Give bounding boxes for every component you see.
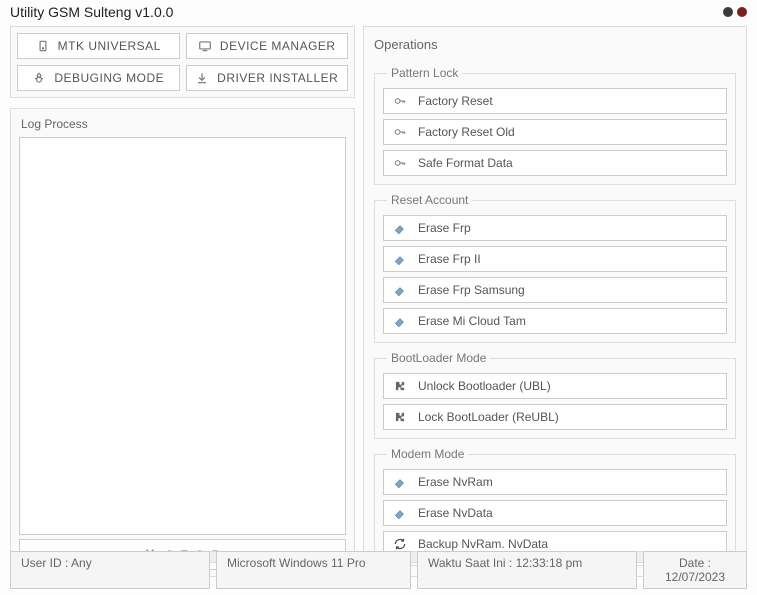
btn-label: Factory Reset xyxy=(418,94,493,108)
section-bootloader: BootLoader Mode Unlock Bootloader (UBL) … xyxy=(374,351,736,439)
tab-label: DRIVER INSTALLER xyxy=(217,71,338,85)
status-date: Date : 12/07/2023 xyxy=(643,551,747,589)
btn-erase-frp[interactable]: Erase Frp xyxy=(383,215,727,241)
operations-title: Operations xyxy=(374,37,736,52)
btn-label: Factory Reset Old xyxy=(418,125,515,139)
btn-label: Lock BootLoader (ReUBL) xyxy=(418,410,559,424)
eraser-icon xyxy=(392,221,408,235)
monitor-icon xyxy=(198,39,212,53)
download-icon xyxy=(195,71,209,85)
section-legend: Pattern Lock xyxy=(387,66,462,80)
btn-label: Erase NvRam xyxy=(418,475,493,489)
status-bar: User ID : Any Microsoft Windows 11 Pro W… xyxy=(10,551,747,589)
btn-factory-reset-old[interactable]: Factory Reset Old xyxy=(383,119,727,145)
btn-label: Erase Mi Cloud Tam xyxy=(418,314,526,328)
btn-erase-nvdata[interactable]: Erase NvData xyxy=(383,500,727,526)
btn-label: Erase Frp Samsung xyxy=(418,283,525,297)
eraser-icon xyxy=(392,283,408,297)
section-legend: Reset Account xyxy=(387,193,472,207)
window-dot-dark[interactable] xyxy=(723,7,733,17)
key-icon xyxy=(392,94,408,108)
status-os: Microsoft Windows 11 Pro xyxy=(216,551,411,589)
window-controls xyxy=(723,7,747,17)
btn-label: Erase Frp II xyxy=(418,252,481,266)
status-user: User ID : Any xyxy=(10,551,210,589)
app-title: Utility GSM Sulteng v1.0.0 xyxy=(10,4,173,20)
tab-device-manager[interactable]: DEVICE MANAGER xyxy=(186,33,349,59)
bug-icon xyxy=(32,71,46,85)
section-modem: Modem Mode Erase NvRam Erase NvData Back… xyxy=(374,447,736,566)
eraser-icon xyxy=(392,475,408,489)
btn-erase-nvram[interactable]: Erase NvRam xyxy=(383,469,727,495)
tab-mtk-universal[interactable]: MTK UNIVERSAL xyxy=(17,33,180,59)
log-panel: Log Process S T O P xyxy=(10,108,355,577)
eraser-icon xyxy=(392,506,408,520)
btn-label: Backup NvRam. NvData xyxy=(418,537,548,551)
log-label: Log Process xyxy=(19,117,346,131)
btn-safe-format[interactable]: Safe Format Data xyxy=(383,150,727,176)
puzzle-icon xyxy=(392,410,408,424)
operations-panel: Operations Pattern Lock Factory Reset Fa… xyxy=(363,26,747,577)
btn-unlock-bootloader[interactable]: Unlock Bootloader (UBL) xyxy=(383,373,727,399)
refresh-icon xyxy=(392,537,408,551)
btn-label: Erase Frp xyxy=(418,221,471,235)
eraser-icon xyxy=(392,252,408,266)
puzzle-icon xyxy=(392,379,408,393)
tab-label: DEBUGING MODE xyxy=(54,71,164,85)
window-dot-red[interactable] xyxy=(737,7,747,17)
btn-label: Erase NvData xyxy=(418,506,493,520)
key-icon xyxy=(392,125,408,139)
section-reset-account: Reset Account Erase Frp Erase Frp II Era… xyxy=(374,193,736,343)
tab-label: MTK UNIVERSAL xyxy=(58,39,161,53)
btn-label: Unlock Bootloader (UBL) xyxy=(418,379,551,393)
btn-lock-bootloader[interactable]: Lock BootLoader (ReUBL) xyxy=(383,404,727,430)
tab-label: DEVICE MANAGER xyxy=(220,39,336,53)
section-legend: Modem Mode xyxy=(387,447,468,461)
tab-debugging-mode[interactable]: DEBUGING MODE xyxy=(17,65,180,91)
log-textarea[interactable] xyxy=(19,137,346,535)
mode-tab-grid: MTK UNIVERSAL DEVICE MANAGER DEBUGING MO… xyxy=(10,26,355,98)
chip-icon xyxy=(36,39,50,53)
btn-erase-mi-cloud[interactable]: Erase Mi Cloud Tam xyxy=(383,308,727,334)
status-time: Waktu Saat Ini : 12:33:18 pm xyxy=(417,551,637,589)
section-pattern-lock: Pattern Lock Factory Reset Factory Reset… xyxy=(374,66,736,185)
btn-erase-frp-samsung[interactable]: Erase Frp Samsung xyxy=(383,277,727,303)
titlebar: Utility GSM Sulteng v1.0.0 xyxy=(0,0,757,26)
section-legend: BootLoader Mode xyxy=(387,351,490,365)
btn-erase-frp-2[interactable]: Erase Frp II xyxy=(383,246,727,272)
tab-driver-installer[interactable]: DRIVER INSTALLER xyxy=(186,65,349,91)
eraser-icon xyxy=(392,314,408,328)
btn-label: Safe Format Data xyxy=(418,156,513,170)
key-icon xyxy=(392,156,408,170)
btn-factory-reset[interactable]: Factory Reset xyxy=(383,88,727,114)
